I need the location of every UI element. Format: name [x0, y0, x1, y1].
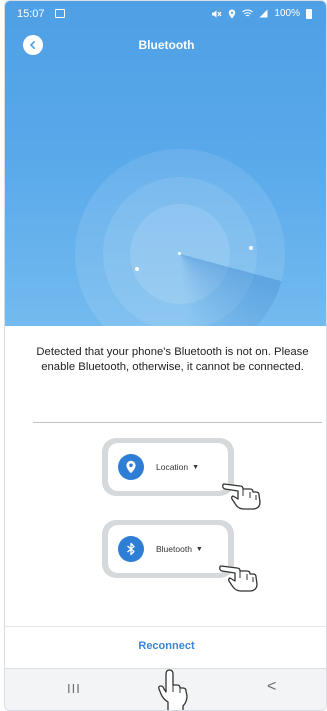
page-title: Bluetooth	[138, 38, 195, 52]
dialog-message: Detected that your phone's Bluetooth is …	[36, 346, 309, 373]
phone-screen: 15:07 100% Bluetooth Detected that your …	[4, 0, 327, 711]
mute-icon	[212, 9, 222, 18]
caret-down-icon: ▼	[195, 545, 203, 553]
location-label: Location	[156, 462, 189, 472]
pointing-hand-icon	[222, 483, 261, 510]
bluetooth-off-dialog: Detected that your phone's Bluetooth is …	[5, 326, 326, 668]
battery-percent: 100%	[274, 8, 300, 19]
wifi-icon	[242, 9, 254, 17]
bluetooth-icon	[118, 536, 144, 562]
pointing-hand-icon	[219, 565, 258, 592]
navigation-bar: Bluetooth	[5, 29, 326, 69]
location-status-icon	[229, 9, 236, 18]
status-time: 15:07	[17, 8, 45, 20]
reconnect-button[interactable]: Reconnect	[5, 640, 326, 652]
signal-icon	[259, 9, 268, 18]
dialog-footer-divider	[5, 626, 326, 627]
notification-icon	[55, 9, 65, 18]
radar-dot	[135, 267, 139, 271]
location-pin-icon	[118, 454, 144, 480]
status-bar: 15:07 100%	[5, 1, 326, 29]
pointing-hand-icon	[158, 669, 188, 710]
status-indicators: 100%	[211, 8, 312, 19]
bluetooth-card-inner: Bluetooth ▼	[108, 525, 228, 573]
radar-dot	[249, 246, 253, 250]
recents-button[interactable]: III	[67, 681, 81, 696]
bluetooth-toggle-card[interactable]: Bluetooth ▼	[102, 520, 234, 578]
radar-dot	[178, 252, 181, 255]
location-card-inner: Location ▼	[108, 443, 228, 491]
location-toggle-card[interactable]: Location ▼	[102, 438, 234, 496]
battery-icon	[306, 8, 312, 19]
system-back-button[interactable]: <	[267, 678, 276, 696]
caret-down-icon: ▼	[192, 463, 200, 471]
divider	[33, 422, 322, 423]
bluetooth-header-area: 15:07 100% Bluetooth	[5, 1, 326, 359]
bluetooth-label: Bluetooth	[156, 544, 192, 554]
